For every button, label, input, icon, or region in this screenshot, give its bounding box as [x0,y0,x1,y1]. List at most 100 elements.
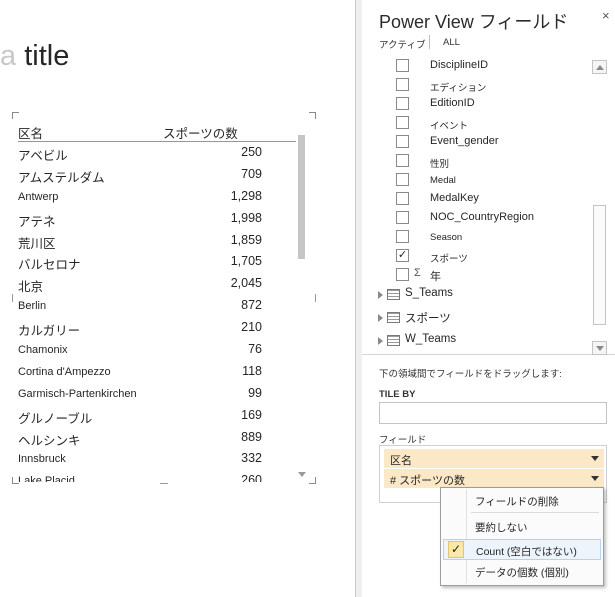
field-item[interactable]: EditionID [396,95,586,113]
menu-item-do-not-summarize[interactable]: 要約しない [443,516,601,537]
field-label: Medal [430,175,456,186]
field-label: Season [430,232,463,243]
table-row[interactable]: Berlin 872 [18,295,296,317]
field-label: DisciplineID [430,59,489,71]
menu-item-remove-field[interactable]: フィールドの削除 [443,490,601,511]
table-cell-district: 北京 [18,280,44,295]
field-checkbox[interactable] [396,192,409,205]
expand-triangle-icon[interactable] [378,314,383,322]
table-row[interactable]: グルノーブル 169 [18,405,296,427]
expand-triangle-icon[interactable] [378,337,383,345]
table-header-sport-count[interactable]: スポーツの数 [163,123,238,142]
table-header-district[interactable]: 区名 [18,123,43,142]
well-item-district[interactable]: 区名 [384,449,604,468]
table-scroll-down-arrow[interactable] [298,472,306,477]
field-checkbox[interactable] [396,135,409,148]
table-cell-district: カルガリー [18,324,81,339]
resize-handle-top-right[interactable] [309,112,316,119]
menu-item-count-nonblank[interactable]: ✓ Count (空白ではない) [443,539,601,560]
field-checkbox[interactable] [396,116,409,129]
field-checkbox[interactable] [396,230,409,243]
tab-active[interactable]: アクティブ [379,37,425,51]
field-list-scrollbar-thumb[interactable] [593,205,606,325]
field-item[interactable]: エディション [396,76,586,94]
tile-by-label: TILE BY [379,389,416,400]
expand-triangle-icon[interactable] [378,291,383,299]
field-item[interactable]: Season [396,228,586,246]
table-row[interactable]: Antwerp 1,298 [18,186,296,208]
menu-item-label: データの個数 (個別) [475,567,569,579]
table-cell-sport-count: 118 [242,363,262,378]
table-cell-sport-count: 709 [241,166,262,181]
table-row[interactable]: Cortina d'Ampezzo 118 [18,361,296,383]
well-item-label: # スポーツの数 [390,475,465,487]
field-item[interactable]: Event_gender [396,133,586,151]
table-cell-district: Chamonix [18,344,68,357]
table-cell-district: Berlin [18,300,47,313]
menu-separator [471,512,599,513]
field-list-scrollbar[interactable] [592,60,607,355]
table-visual[interactable]: 区名 スポーツの数 アベビル 250 アムステルダム 709 Antwerp 1,298 ア… [12,112,316,484]
table-cell-district: バルセロナ [18,258,81,273]
field-checkbox[interactable] [396,59,409,72]
table-row[interactable]: ヘルシンキ 889 [18,427,296,449]
field-label: 年 [430,271,441,283]
field-item[interactable]: Σ年 [396,266,586,284]
table-row[interactable]: Garmisch-Partenkirchen 99 [18,383,296,405]
field-checkbox[interactable] [396,154,409,167]
field-checkbox[interactable]: ✓ [396,249,409,262]
field-item[interactable]: 性別 [396,152,586,170]
table-row[interactable]: Innsbruck 332 [18,448,296,470]
field-checkbox[interactable] [396,211,409,224]
menu-item-count-distinct[interactable]: データの個数 (個別) [443,561,601,582]
table-row[interactable]: 北京 2,045 [18,273,296,295]
chevron-down-icon [596,346,604,351]
well-item-sport-count[interactable]: # スポーツの数 [384,469,604,488]
table-cell-district: Innsbruck [18,453,66,466]
table-row[interactable]: バルセロナ 1,705 [18,251,296,273]
field-item[interactable]: イベント [396,114,586,132]
table-row[interactable]: Lake Placid 260 [18,470,296,482]
resize-handle-bottom[interactable] [160,483,168,484]
field-item[interactable]: MedalKey [396,190,586,208]
dropdown-arrow-icon[interactable] [591,476,599,481]
table-icon [387,312,400,323]
table-row[interactable]: アムステルダム 709 [18,164,296,186]
resize-handle-top-left[interactable] [12,112,19,119]
resize-handle-right[interactable] [315,294,316,302]
field-checkbox[interactable] [396,97,409,110]
scroll-up-button[interactable] [592,60,607,74]
close-icon[interactable]: × [602,8,610,23]
table-cell-district: Antwerp [18,190,59,203]
table-group-label: W_Teams [405,333,457,345]
resize-handle-left[interactable] [12,294,13,302]
field-item[interactable]: Medal [396,171,586,189]
report-canvas[interactable]: a title 区名 スポーツの数 アベビル 250 アムステルダム 709 Antwe… [0,0,356,597]
table-row[interactable]: カルガリー 210 [18,317,296,339]
scroll-down-button[interactable] [592,341,607,355]
field-checkbox[interactable] [396,173,409,186]
table-scrollbar-thumb[interactable] [298,135,305,259]
power-view-window: a title 区名 スポーツの数 アベビル 250 アムステルダム 709 Antwe… [0,0,615,597]
tile-by-drop-zone[interactable] [379,402,607,424]
table-cell-sport-count: 1,998 [230,210,262,225]
data-table: 区名 スポーツの数 アベビル 250 アムステルダム 709 Antwerp 1,298 ア… [18,120,296,482]
dropdown-arrow-icon[interactable] [591,456,599,461]
field-item[interactable]: DisciplineID [396,57,586,75]
field-list: DisciplineID エディション EditionID イベント Event_gen… [362,55,615,355]
resize-handle-bottom-right[interactable] [309,477,316,484]
table-row[interactable]: Chamonix 76 [18,339,296,361]
field-checkbox[interactable] [396,268,409,281]
table-row[interactable]: アベビル 250 [18,142,296,164]
table-body: アベビル 250 アムステルダム 709 Antwerp 1,298 アテネ 1,998 荒川区… [18,142,296,482]
table-row[interactable]: アテネ 1,998 [18,208,296,230]
tab-all[interactable]: ALL [443,37,460,48]
table-row[interactable]: 荒川区 1,859 [18,230,296,252]
field-item[interactable]: NOC_CountryRegion [396,209,586,227]
report-title[interactable]: a title [0,40,69,73]
tab-separator [429,35,430,49]
field-item[interactable]: ✓ スポーツ [396,247,586,265]
pane-title: Power View フィールド [379,12,569,32]
field-checkbox[interactable] [396,78,409,91]
table-scrollbar[interactable] [298,131,306,477]
